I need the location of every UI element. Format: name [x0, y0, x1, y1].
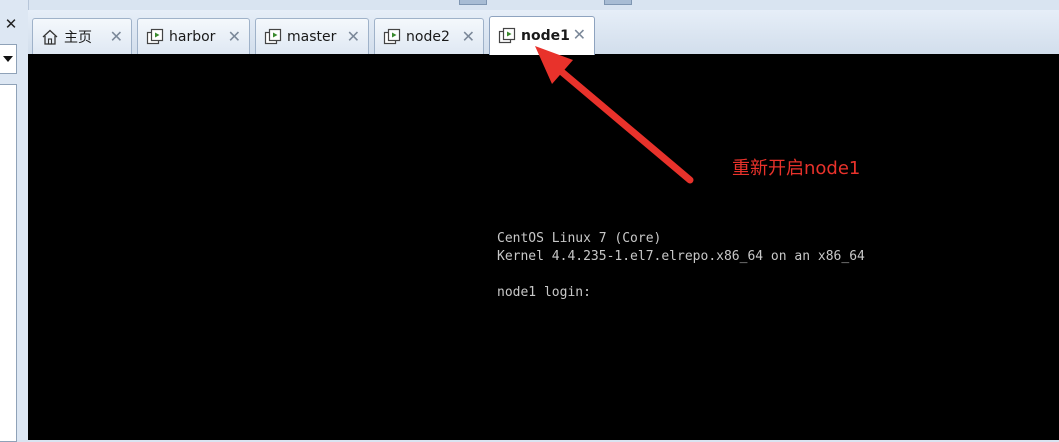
tab-node1[interactable]: node1 ✕ — [489, 16, 595, 55]
close-icon[interactable]: ✕ — [110, 27, 123, 46]
tab-master[interactable]: master ✕ — [255, 18, 369, 54]
console-output: CentOS Linux 7 (Core) Kernel 4.4.235-1.el… — [497, 230, 865, 302]
close-icon[interactable]: ✕ — [347, 27, 360, 46]
vm-console[interactable]: CentOS Linux 7 (Core) Kernel 4.4.235-1.el… — [28, 54, 1059, 440]
tab-home[interactable]: 主页 ✕ — [32, 18, 132, 54]
tab-label: master — [287, 28, 337, 45]
left-sidebar: ✕ — [0, 0, 29, 442]
console-line: CentOS Linux 7 (Core) — [497, 231, 662, 246]
close-icon[interactable]: ✕ — [462, 27, 475, 46]
tab-label: 主页 — [64, 29, 92, 46]
console-login-prompt: node1 login: — [497, 285, 591, 300]
tab-label: harbor — [169, 28, 216, 45]
tab-bar: 主页 ✕ harbor ✕ master ✕ node2 ✕ node1 ✕ — [28, 10, 1059, 55]
vm-icon — [264, 28, 282, 44]
toolbar-fragment — [604, 0, 632, 5]
annotation-label: 重新开启node1 — [732, 158, 861, 179]
sidebar-tree-panel[interactable] — [0, 84, 17, 442]
vm-icon — [383, 28, 401, 44]
sidebar-close-icon[interactable]: ✕ — [0, 14, 22, 34]
tab-node2[interactable]: node2 ✕ — [374, 18, 484, 54]
close-icon[interactable]: ✕ — [228, 27, 241, 46]
vm-icon — [146, 28, 164, 44]
toolbar-fragment — [459, 0, 487, 5]
tab-harbor[interactable]: harbor ✕ — [137, 18, 250, 54]
console-line: Kernel 4.4.235-1.el7.elrepo.x86_64 on an… — [497, 249, 865, 264]
chevron-down-icon — [3, 56, 13, 62]
home-icon — [42, 29, 58, 45]
close-icon[interactable]: ✕ — [573, 25, 586, 44]
vm-icon — [498, 27, 516, 44]
tab-label: node1 — [521, 28, 570, 44]
tab-label: node2 — [406, 28, 450, 45]
sidebar-dropdown[interactable] — [0, 44, 17, 74]
